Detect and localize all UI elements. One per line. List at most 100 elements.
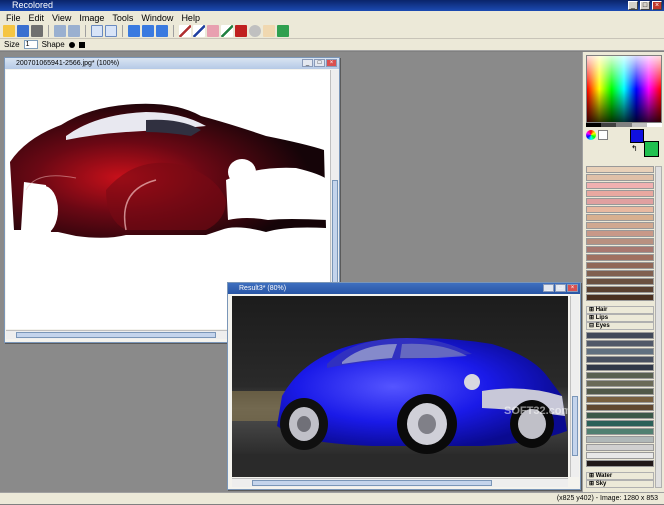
swatch[interactable]	[586, 230, 654, 237]
menu-tools[interactable]: Tools	[112, 13, 133, 23]
swatch[interactable]	[586, 174, 654, 181]
square-shape-icon[interactable]	[78, 41, 85, 48]
secondary-color-swatch[interactable]	[644, 141, 659, 157]
shape-label: Shape	[41, 40, 65, 49]
window-icon[interactable]	[128, 25, 140, 37]
size-input[interactable]	[23, 40, 38, 49]
group-sky[interactable]: ⊞ Sky	[586, 480, 654, 488]
paste-icon[interactable]	[105, 25, 117, 37]
swatch[interactable]	[586, 460, 654, 467]
swatch[interactable]	[586, 420, 654, 427]
doc-maximize-button[interactable]: □	[555, 284, 566, 292]
menu-window[interactable]: Window	[141, 13, 173, 23]
swatch[interactable]	[586, 380, 654, 387]
open-icon[interactable]	[3, 25, 15, 37]
swatch[interactable]	[586, 348, 654, 355]
swatch[interactable]	[586, 412, 654, 419]
doc-minimize-button[interactable]: _	[543, 284, 554, 292]
recolored-car-image: SOFT32.com	[232, 296, 568, 477]
document-titlebar[interactable]: Result3* (80%) _ □ ×	[228, 283, 580, 294]
eraser-icon[interactable]	[207, 25, 219, 37]
color-spectrum-picker[interactable]	[586, 55, 662, 123]
redo-icon[interactable]	[68, 25, 80, 37]
swatch[interactable]	[586, 340, 654, 347]
swatch[interactable]	[586, 182, 654, 189]
group-eyes[interactable]: ⊟ Eyes	[586, 322, 654, 330]
swap-colors-icon[interactable]: ↰	[631, 144, 638, 153]
swatch[interactable]	[586, 254, 654, 261]
brush-icon[interactable]	[179, 25, 191, 37]
swatch[interactable]	[586, 388, 654, 395]
primary-color-swatch[interactable]	[630, 129, 644, 143]
maximize-button[interactable]: □	[640, 1, 650, 10]
status-text: (x825 y402) - Image: 1280 x 853	[556, 495, 658, 502]
horizontal-scrollbar[interactable]	[232, 478, 568, 487]
swatch[interactable]	[586, 222, 654, 229]
swatch[interactable]	[586, 190, 654, 197]
swatch[interactable]	[586, 278, 654, 285]
menu-image[interactable]: Image	[79, 13, 104, 23]
doc-close-button[interactable]: ×	[326, 59, 337, 67]
copy-icon[interactable]	[91, 25, 103, 37]
group-lips[interactable]: ⊞ Lips	[586, 314, 654, 322]
swatch[interactable]	[586, 214, 654, 221]
swatch[interactable]	[586, 206, 654, 213]
undo-icon[interactable]	[54, 25, 66, 37]
fill-icon[interactable]	[235, 25, 247, 37]
swatch[interactable]	[586, 356, 654, 363]
swatch[interactable]	[586, 404, 654, 411]
swatch[interactable]	[586, 452, 654, 459]
close-button[interactable]: ×	[652, 1, 662, 10]
palette-scrollbar[interactable]	[655, 166, 662, 488]
group-hair[interactable]: ⊞ Hair	[586, 306, 654, 314]
swatch[interactable]	[586, 294, 654, 301]
swatch[interactable]	[586, 286, 654, 293]
doc-close-button[interactable]: ×	[567, 284, 578, 292]
document-title: Result3* (80%)	[239, 285, 287, 292]
image-canvas[interactable]: SOFT32.com	[232, 296, 568, 477]
swatch[interactable]	[586, 436, 654, 443]
menu-file[interactable]: File	[6, 13, 21, 23]
recolor-icon[interactable]	[277, 25, 289, 37]
pencil-icon[interactable]	[193, 25, 205, 37]
tile-vertical-icon[interactable]	[156, 25, 168, 37]
app-titlebar: Recolored _ □ ×	[0, 0, 664, 11]
round-shape-icon[interactable]	[68, 41, 75, 48]
document-window-result[interactable]: Result3* (80%) _ □ × SOFT32.com	[227, 282, 581, 490]
swatch[interactable]	[586, 372, 654, 379]
vertical-scrollbar[interactable]	[570, 296, 579, 477]
swatch[interactable]	[586, 166, 654, 173]
color-palette-panel: ↰ ⊞ Hair ⊞ Lips ⊟ Eyes ⊞ Water ⊞ Sky	[582, 52, 664, 492]
doc-minimize-button[interactable]: _	[302, 59, 313, 67]
save-icon[interactable]	[17, 25, 29, 37]
document-titlebar[interactable]: 200701065941-2566.jpg* (100%) _ □ ×	[5, 58, 339, 69]
palette-icon[interactable]	[598, 130, 608, 140]
group-water[interactable]: ⊞ Water	[586, 472, 654, 480]
swatch[interactable]	[586, 198, 654, 205]
swatch[interactable]	[586, 444, 654, 451]
swatch[interactable]	[586, 364, 654, 371]
menu-edit[interactable]: Edit	[29, 13, 45, 23]
swatch[interactable]	[586, 270, 654, 277]
size-label: Size	[4, 40, 20, 49]
menu-bar: File Edit View Image Tools Window Help	[0, 11, 664, 24]
swatch[interactable]	[586, 332, 654, 339]
minimize-button[interactable]: _	[628, 1, 638, 10]
print-icon[interactable]	[31, 25, 43, 37]
menu-help[interactable]: Help	[181, 13, 200, 23]
color-wheel-icon[interactable]	[586, 130, 596, 140]
document-title: 200701065941-2566.jpg* (100%)	[16, 60, 120, 67]
hand-icon[interactable]	[263, 25, 275, 37]
doc-maximize-button[interactable]: □	[314, 59, 325, 67]
swatch[interactable]	[586, 428, 654, 435]
swatch[interactable]	[586, 238, 654, 245]
zoom-icon[interactable]	[249, 25, 261, 37]
status-bar: (x825 y402) - Image: 1280 x 853	[0, 492, 664, 504]
swatch[interactable]	[586, 396, 654, 403]
tile-horizontal-icon[interactable]	[142, 25, 154, 37]
grayscale-strip[interactable]	[586, 123, 663, 127]
swatch[interactable]	[586, 246, 654, 253]
menu-view[interactable]: View	[52, 13, 71, 23]
dropper-icon[interactable]	[221, 25, 233, 37]
swatch[interactable]	[586, 262, 654, 269]
